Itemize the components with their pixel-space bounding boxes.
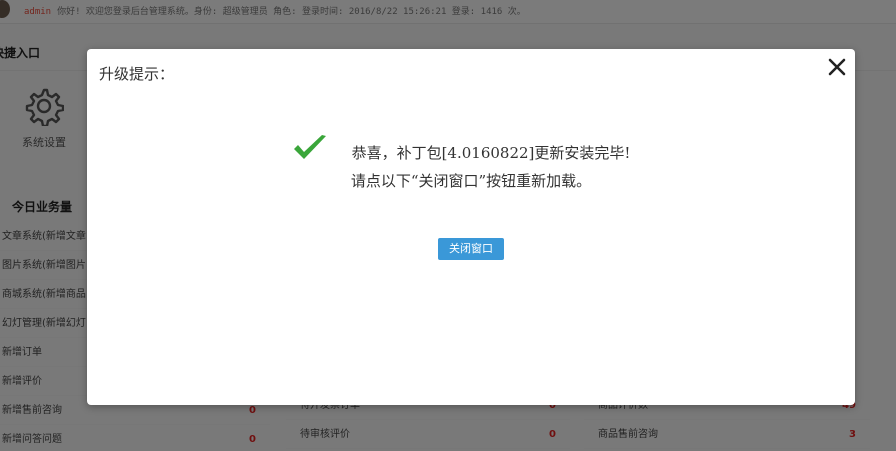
message-line-2: 请点以下“关闭窗口”按钮重新加载。 — [350, 172, 592, 190]
dialog-title: 升级提示： — [99, 65, 175, 83]
success-message: 恭喜，补丁包[4.0160822]更新安装完毕! — [351, 144, 631, 162]
close-icon — [828, 58, 846, 76]
upgrade-dialog: 升级提示： 恭喜，补丁包[4.0160822]更新安装完毕! 请点以下“关闭窗口… — [87, 49, 855, 405]
close-button[interactable] — [827, 57, 847, 77]
checkmark-icon — [294, 135, 326, 159]
close-window-button[interactable]: 关闭窗口 — [438, 238, 504, 260]
dialog-body: 恭喜，补丁包[4.0160822]更新安装完毕! 请点以下“关闭窗口”按钮重新加… — [87, 135, 855, 195]
message-line-1: 恭喜，补丁包[4.0160822]更新安装完毕! — [87, 135, 855, 167]
